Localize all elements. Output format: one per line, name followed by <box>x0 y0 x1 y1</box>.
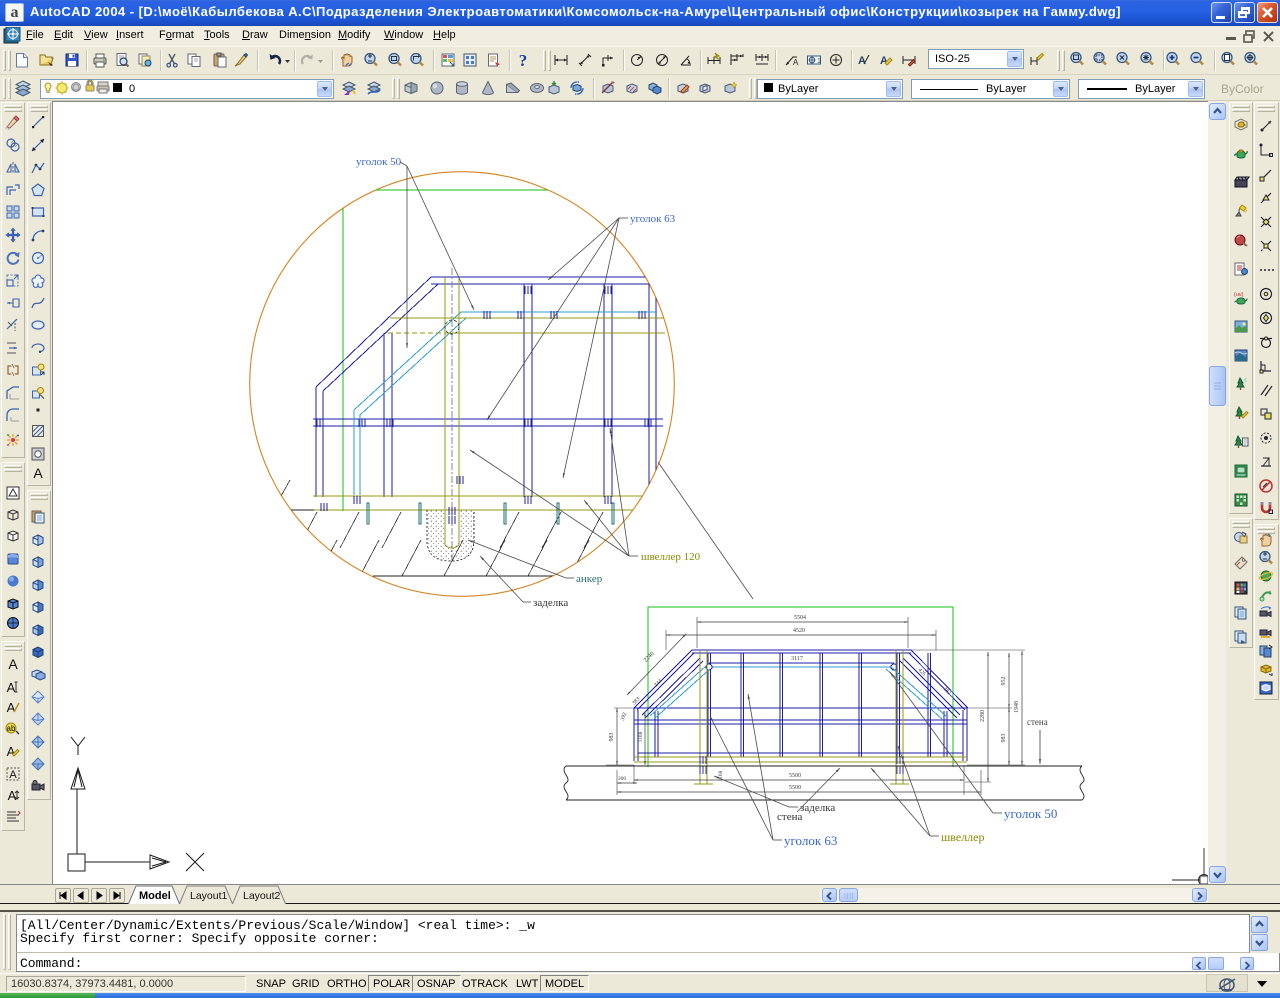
svg-text:426: 426 <box>917 667 927 677</box>
svg-text:швеллер: швеллер <box>941 830 984 844</box>
svg-text:300: 300 <box>618 776 627 782</box>
svg-text:2280: 2280 <box>980 710 986 722</box>
svg-text:1108: 1108 <box>638 731 644 742</box>
svg-text:уголок 63: уголок 63 <box>784 833 837 848</box>
svg-text:уголок 50: уголок 50 <box>356 156 402 168</box>
svg-text:383: 383 <box>631 696 641 706</box>
svg-text:швеллер 120: швеллер 120 <box>641 551 701 563</box>
svg-text:4520: 4520 <box>793 628 805 634</box>
svg-text:983: 983 <box>609 733 615 742</box>
svg-text:2240: 2240 <box>643 651 656 664</box>
svg-text:Layout2: Layout2 <box>243 890 281 902</box>
svg-text:Layout1: Layout1 <box>190 890 228 902</box>
svg-text:уголок 63: уголок 63 <box>630 213 676 225</box>
svg-text:Model: Model <box>139 890 171 902</box>
svg-text:стена: стена <box>1027 717 1048 727</box>
svg-text:заделка: заделка <box>533 597 568 609</box>
svg-text:952: 952 <box>1001 677 1007 686</box>
svg-text:983: 983 <box>1001 734 1007 743</box>
svg-text:1948: 1948 <box>1014 701 1020 713</box>
svg-text:5500: 5500 <box>789 785 801 791</box>
svg-text:уголок 50: уголок 50 <box>1004 806 1057 821</box>
svg-text:5500: 5500 <box>789 773 801 779</box>
svg-text:анкер: анкер <box>576 573 603 585</box>
svg-text:0: 0 <box>129 83 135 95</box>
svg-text:5504: 5504 <box>794 615 806 621</box>
svg-text:стена: стена <box>777 811 802 823</box>
svg-text:3117: 3117 <box>791 656 803 662</box>
svg-text:392: 392 <box>620 712 629 722</box>
